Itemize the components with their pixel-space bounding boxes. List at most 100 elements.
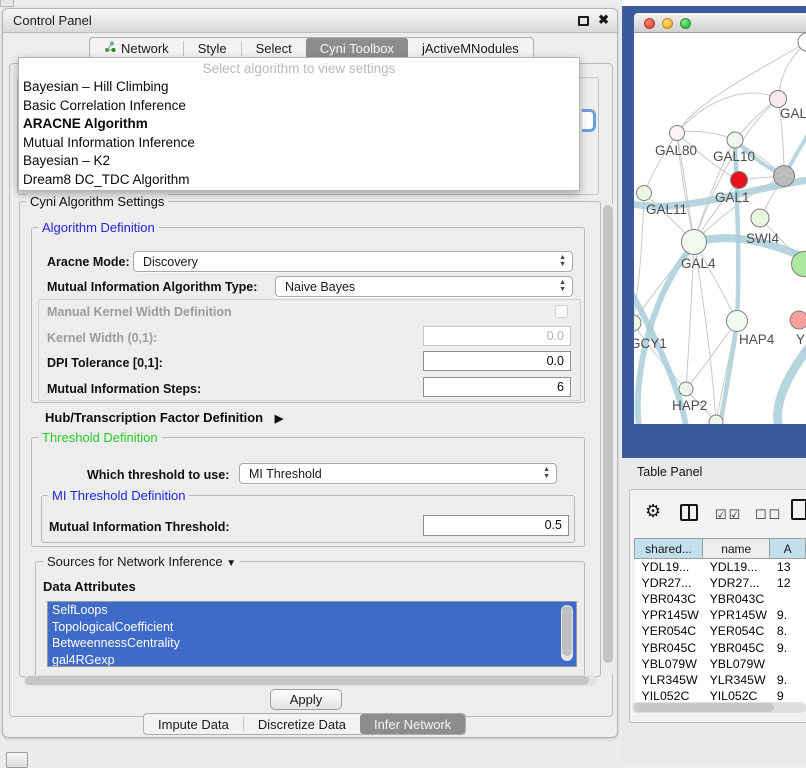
table-cell: YBR045C [635, 639, 703, 655]
deselect-all-columns-icon[interactable]: ☐☐ [755, 507, 782, 523]
table-cell: 13 [770, 559, 806, 575]
network-node[interactable] [798, 33, 806, 51]
table-cell: 12 [770, 575, 806, 591]
network-view-canvas[interactable]: GALGAL80GAL10GAL1GAL11SWI4GAL4GCY1HAP4YH… [634, 33, 806, 424]
tab-jactivemnodules[interactable]: jActiveMNodules [408, 38, 533, 59]
algorithm-option[interactable]: Mutual Information Inference [19, 134, 579, 153]
mi-steps-field[interactable]: 6 [423, 377, 571, 397]
table-cell: YBL079W [635, 656, 703, 672]
window-title: Control Panel [13, 13, 92, 28]
table-column-header[interactable]: shared... [635, 539, 703, 559]
table-cell: 8. [770, 623, 806, 639]
table-row[interactable]: YDL19...YDL19...13 [635, 559, 806, 575]
columns-icon[interactable] [680, 504, 698, 521]
network-tab-icon [104, 41, 116, 56]
kernel-width-field[interactable]: 0.0 [423, 326, 571, 346]
algorithm-option[interactable]: Basic Correlation Inference [19, 97, 579, 116]
mi-type-combobox[interactable]: Naive Bayes ▲▼ [275, 276, 573, 297]
select-all-columns-icon[interactable]: ☑☑ [715, 507, 742, 523]
table-cell: YBR043C [703, 591, 770, 607]
aracne-mode-value: Discovery [143, 255, 198, 269]
network-node[interactable] [637, 186, 652, 201]
data-attributes-list[interactable]: SelfLoopsTopologicalCoefficientBetweenne… [47, 601, 577, 667]
algorithm-dropdown: Select algorithm to view settings Bayesi… [18, 57, 580, 191]
table-row[interactable]: YBR045CYBR045C9. [635, 639, 806, 655]
new-table-icon[interactable] [791, 499, 806, 520]
tab-discretize-data[interactable]: Discretize Data [244, 714, 360, 734]
tab-network-label: Network [121, 41, 169, 56]
algorithm-option[interactable]: Bayesian – Hill Climbing [19, 78, 579, 97]
zoom-traffic-light-icon[interactable] [680, 18, 691, 29]
tab-network[interactable]: Network [90, 38, 183, 59]
mi-steps-label: Mutual Information Steps: [47, 382, 201, 396]
bottom-left-icon[interactable] [6, 752, 28, 768]
network-node[interactable] [770, 91, 787, 108]
attribute-option[interactable]: gal4RGexp [48, 652, 576, 668]
control-panel-titlebar[interactable]: Control Panel ✖ [3, 9, 617, 33]
network-node[interactable] [709, 415, 723, 424]
table-cell: 9. [770, 607, 806, 623]
table-column-header[interactable]: A [770, 539, 806, 559]
table-column-header[interactable]: name [703, 539, 770, 559]
table-cell: YER054C [635, 623, 703, 639]
network-node[interactable] [682, 230, 707, 255]
gear-icon[interactable]: ⚙ [645, 501, 661, 522]
algorithm-combobox-focus-ring[interactable] [582, 109, 596, 132]
table-cell: 9. [770, 672, 806, 688]
tab-impute-data[interactable]: Impute Data [144, 714, 243, 734]
attribute-option[interactable]: TopologicalCoefficient [48, 619, 576, 636]
table-cell: YLR345W [635, 672, 703, 688]
network-node[interactable] [751, 209, 769, 227]
apply-button[interactable]: Apply [270, 689, 342, 710]
manual-kernel-checkbox[interactable] [555, 305, 568, 318]
node-attribute-table: shared...nameA YDL19...YDL19...13YDR27..… [634, 538, 806, 704]
sources-title: Sources for Network Inference [47, 554, 223, 569]
close-window-icon[interactable]: ✖ [598, 12, 609, 28]
network-node[interactable] [731, 172, 748, 189]
tab-infer-network[interactable]: Infer Network [360, 714, 465, 734]
mi-threshold-field[interactable]: 0.5 [423, 515, 569, 536]
close-traffic-light-icon[interactable] [644, 18, 655, 29]
network-node[interactable] [634, 315, 641, 331]
table-row[interactable]: YPR145WYPR145W9. [635, 607, 806, 623]
network-node[interactable] [670, 126, 685, 141]
data-attributes-label: Data Attributes [43, 579, 136, 594]
attribute-option[interactable]: SelfLoops [48, 602, 576, 619]
settings-horizontal-scrollbar[interactable] [23, 675, 597, 686]
minimize-traffic-light-icon[interactable] [662, 18, 673, 29]
node-label: GAL10 [713, 149, 755, 164]
table-cell: 9. [770, 639, 806, 655]
table-cell: YDL19... [635, 559, 703, 575]
hub-definition-toggle[interactable]: Hub/Transcription Factor Definition ▶ [45, 410, 283, 425]
table-row[interactable]: YLR345WYLR345W9. [635, 672, 806, 688]
table-cell: YPR145W [635, 607, 703, 623]
aracne-mode-combobox[interactable]: Discovery ▲▼ [133, 251, 573, 272]
table-row[interactable]: YBR043CYBR043C [635, 591, 806, 607]
algorithm-option[interactable]: ARACNE Algorithm [19, 115, 579, 134]
table-cell: YBL079W [703, 656, 770, 672]
network-node[interactable] [727, 132, 743, 148]
dpi-tolerance-field[interactable]: 0.0 [423, 351, 571, 371]
settings-vertical-scrollbar[interactable] [602, 202, 614, 676]
table-row[interactable]: YBL079WYBL079W [635, 656, 806, 672]
attributes-list-scrollbar[interactable] [561, 605, 573, 661]
algorithm-option[interactable]: Bayesian – K2 [19, 152, 579, 171]
sources-toggle[interactable]: Sources for Network Inference ▼ [43, 554, 240, 569]
algorithm-option[interactable]: Dream8 DC_TDC Algorithm [19, 171, 579, 190]
attribute-option[interactable]: BetweennessCentrality [48, 635, 576, 652]
which-threshold-combobox[interactable]: MI Threshold ▲▼ [239, 463, 557, 484]
node-label: HAP2 [672, 398, 707, 413]
float-window-icon[interactable] [578, 16, 589, 26]
table-row[interactable]: YER054CYER054C8. [635, 623, 806, 639]
network-node[interactable] [727, 311, 748, 332]
tab-select[interactable]: Select [242, 38, 306, 59]
tab-cyni-toolbox[interactable]: Cyni Toolbox [306, 38, 408, 59]
network-node[interactable] [790, 311, 806, 329]
tab-style[interactable]: Style [184, 38, 241, 59]
table-horizontal-scrollbar[interactable] [632, 702, 806, 713]
node-label: HAP4 [739, 332, 775, 347]
network-window-titlebar[interactable] [634, 13, 806, 33]
network-node[interactable] [774, 166, 795, 187]
network-node[interactable] [679, 382, 693, 396]
table-row[interactable]: YDR27...YDR27...12 [635, 575, 806, 591]
